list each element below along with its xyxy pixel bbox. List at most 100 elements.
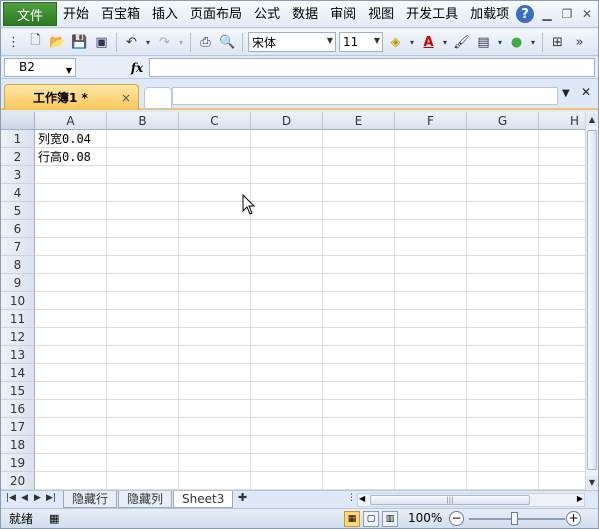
table-style-icon[interactable]: ▤ [474,33,493,52]
page-layout-view-icon[interactable]: ▢ [363,511,379,527]
close-workbook-icon[interactable]: ✕ [581,85,591,99]
print-icon[interactable]: ⎙ [196,33,215,52]
help-icon[interactable]: ? [516,5,534,23]
column-header-b[interactable]: B [107,112,179,130]
font-color-dropdown-icon[interactable]: ▾ [441,33,449,52]
name-box[interactable]: B2 ▼ [4,58,76,77]
minimize-icon[interactable]: ▁ [540,7,554,21]
close-icon[interactable]: ✕ [580,7,594,21]
row-header-1[interactable]: 1 [1,130,35,148]
fill-color-dropdown-icon[interactable]: ▾ [408,33,416,52]
vertical-scrollbar[interactable]: ▲ ▼ [585,112,598,490]
save-icon[interactable]: 💾 [70,33,89,52]
file-menu-button[interactable]: 文件 [3,2,57,26]
insert-sheet-icon[interactable]: ✚ [238,491,247,504]
menu-item-toolbox[interactable]: 百宝箱 [95,1,146,28]
color-scheme-icon[interactable]: ● [507,33,526,52]
horizontal-scrollbar[interactable]: ◀ ||| ▶ [357,493,585,507]
zoom-out-button[interactable]: − [449,511,464,526]
row-header-14[interactable]: 14 [1,364,35,382]
menu-item-page-layout[interactable]: 页面布局 [184,1,248,28]
menu-item-view[interactable]: 视图 [362,1,400,28]
normal-view-icon[interactable]: ▦ [344,511,360,527]
row-header-19[interactable]: 19 [1,454,35,472]
row-header-8[interactable]: 8 [1,256,35,274]
cell-A2[interactable]: 行高0.08 [38,148,91,166]
horizontal-scroll-thumb[interactable]: ||| [370,495,530,505]
column-header-g[interactable]: G [467,112,539,130]
row-header-5[interactable]: 5 [1,202,35,220]
macro-record-icon[interactable]: ▦ [49,512,59,525]
row-header-15[interactable]: 15 [1,382,35,400]
zoom-in-button[interactable]: + [566,511,581,526]
new-file-icon[interactable]: 🗋 [26,33,45,52]
row-header-7[interactable]: 7 [1,238,35,256]
font-size-select[interactable]: 11 ▼ [339,32,383,52]
column-header-h[interactable]: H [539,112,585,130]
sheet-tab-sheet3[interactable]: Sheet3 [173,491,234,508]
row-header-13[interactable]: 13 [1,346,35,364]
open-folder-icon[interactable]: 📂 [48,33,67,52]
row-header-17[interactable]: 17 [1,418,35,436]
fill-color-icon[interactable]: ◈ [386,33,405,52]
column-header-e[interactable]: E [323,112,395,130]
scroll-up-icon[interactable]: ▲ [586,113,598,126]
formula-input[interactable] [149,58,595,77]
select-all-corner[interactable] [1,112,35,130]
scroll-left-icon[interactable]: ◀ [359,494,365,503]
scroll-down-icon[interactable]: ▼ [586,476,598,489]
workbook-tab[interactable]: 工作簿1 * × [4,84,139,110]
tab-split-handle[interactable]: ⋮ [347,493,356,503]
row-header-20[interactable]: 20 [1,472,35,490]
column-header-c[interactable]: C [179,112,251,130]
column-header-f[interactable]: F [395,112,467,130]
undo-icon[interactable]: ↶ [122,33,141,52]
close-tab-icon[interactable]: × [121,85,131,111]
font-name-select[interactable]: 宋体 ▼ [248,32,336,52]
zoom-level[interactable]: 100% [408,511,442,525]
cell-A1[interactable]: 列宽0.04 [38,130,91,148]
table-style-dropdown-icon[interactable]: ▾ [496,33,504,52]
row-header-3[interactable]: 3 [1,166,35,184]
vertical-scroll-thumb[interactable] [587,130,597,470]
sheet-tab-hidden-rows[interactable]: 隐藏行 [63,491,118,508]
first-sheet-icon[interactable]: |◀ [6,493,16,503]
row-header-10[interactable]: 10 [1,292,35,310]
color-scheme-dropdown-icon[interactable]: ▾ [529,33,537,52]
next-sheet-icon[interactable]: ▶ [34,493,41,503]
row-header-18[interactable]: 18 [1,436,35,454]
undo-dropdown-icon[interactable]: ▾ [144,33,152,52]
font-color-icon[interactable]: A [419,33,438,52]
menu-item-data[interactable]: 数据 [286,1,324,28]
row-header-12[interactable]: 12 [1,328,35,346]
spreadsheet-grid[interactable]: ABCDEFGH 列宽0.04 行高0.08 1 2 3 4 5 6 7 8 9 10 11 12 13… [1,112,585,490]
print-preview-icon[interactable]: 🔍 [218,33,237,52]
row-header-11[interactable]: 11 [1,310,35,328]
tab-list-dropdown-icon[interactable]: ▼ [562,88,570,99]
row-header-9[interactable]: 9 [1,274,35,292]
menu-item-review[interactable]: 审阅 [324,1,362,28]
scroll-right-icon[interactable]: ▶ [577,494,583,503]
save-as-icon[interactable]: ▣ [92,33,111,52]
toolbar-overflow-icon[interactable]: » [570,33,589,52]
menu-item-insert[interactable]: 插入 [146,1,184,28]
row-header-2[interactable]: 2 [1,148,35,166]
menu-item-developer[interactable]: 开发工具 [400,1,464,28]
row-header-16[interactable]: 16 [1,400,35,418]
last-sheet-icon[interactable]: ▶| [46,493,56,503]
redo-dropdown-icon[interactable]: ▾ [177,33,185,52]
ribbon-collapse-icon[interactable]: ♡ [496,7,510,21]
prev-sheet-icon[interactable]: ◀ [21,493,28,503]
page-break-view-icon[interactable]: ▥ [382,511,398,527]
function-icon[interactable]: fx [128,61,146,75]
sheet-tab-hidden-columns[interactable]: 隐藏列 [118,491,173,508]
column-header-d[interactable]: D [251,112,323,130]
row-header-4[interactable]: 4 [1,184,35,202]
borders-icon[interactable]: ⊞ [548,33,567,52]
menu-item-home[interactable]: 开始 [57,1,95,28]
redo-icon[interactable]: ↷ [155,33,174,52]
format-painter-icon[interactable]: 🖌 [452,33,471,52]
zoom-slider-thumb[interactable] [511,512,518,525]
new-tab-button[interactable] [144,87,172,109]
column-header-a[interactable]: A [35,112,107,130]
